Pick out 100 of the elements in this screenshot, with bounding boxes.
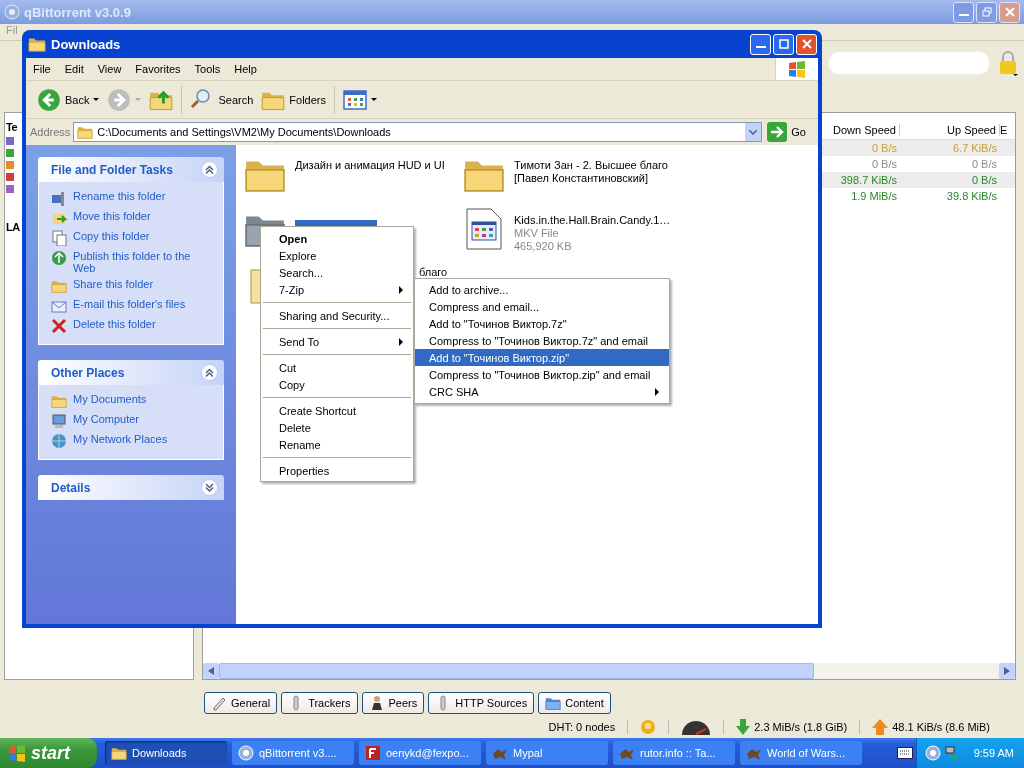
column-header[interactable]: E [1000, 124, 1012, 136]
task-link[interactable]: My Network Places [73, 433, 168, 445]
taskbar-button[interactable]: qBittorrent v3.... [232, 741, 354, 765]
menu-item[interactable]: Compress and email... [415, 298, 669, 315]
folders-button[interactable]: Folders [258, 85, 329, 114]
table-cell-text: 0 B/s [970, 174, 998, 186]
taskbar-button[interactable]: Mypal [486, 741, 608, 765]
window-title: qBittorrent v3.0.9 [24, 4, 131, 20]
task-link[interactable]: My Computer [73, 413, 140, 425]
panel-header[interactable]: Details [38, 475, 224, 500]
taskbar-button[interactable]: rutor.info :: Ta... [613, 741, 735, 765]
go-button[interactable]: Go [765, 121, 814, 143]
menu-item[interactable]: Delete [261, 419, 413, 436]
expand-icon[interactable] [201, 479, 218, 496]
menu-item[interactable]: Cut [261, 359, 413, 376]
table-cell-text: 398.7 KiB/s [839, 174, 898, 186]
menu-item[interactable]: Search... [261, 264, 413, 281]
pencil-icon [211, 695, 227, 711]
taskbar-button[interactable]: World of Wars... [740, 741, 862, 765]
chevron-down-icon [205, 483, 214, 492]
left-arrow-icon [208, 667, 214, 675]
start-button[interactable]: start [0, 738, 97, 768]
menu-item[interactable]: CRC SHA [415, 383, 669, 400]
menu-item[interactable]: Add to "Точинов Виктор.7z" [415, 315, 669, 332]
scroll-right-button[interactable] [999, 663, 1015, 679]
task-link[interactable]: Share this folder [73, 278, 154, 290]
share-folder-icon [51, 278, 67, 294]
task-link[interactable]: Move this folder [73, 210, 151, 222]
task-link[interactable]: Delete this folder [73, 318, 156, 330]
file-type: MKV File [514, 227, 560, 240]
panel-header[interactable]: Other Places [38, 360, 224, 385]
caret-icon [371, 98, 377, 101]
menu-item[interactable]: Properties [261, 462, 413, 479]
menu-item[interactable]: Rename [261, 436, 413, 453]
download-speed: 2.3 MiB/s (1.8 GiB) [754, 721, 848, 733]
table-cell-text: 0 B/s [870, 142, 898, 154]
file-name[interactable]: Тимоти Зан - 2. Высшее благо [Павел Константиновский] [514, 159, 674, 185]
menu-item[interactable]: Explore [261, 247, 413, 264]
close-icon [801, 39, 812, 49]
file-name[interactable]: Kids.in.the.Hall.Brain.Candy.1… [514, 214, 674, 227]
back-button[interactable]: Back [34, 85, 103, 114]
task-link[interactable]: Rename this folder [73, 190, 166, 202]
task-link[interactable]: Copy this folder [73, 230, 150, 242]
documents-folder-icon [51, 393, 67, 409]
scroll-left-button[interactable] [203, 663, 219, 679]
menu-item[interactable]: View [90, 63, 129, 75]
menu-item[interactable]: Edit [57, 63, 91, 75]
network-globe-icon [51, 433, 67, 449]
menu-item[interactable]: Favorites [128, 63, 188, 75]
search-button[interactable]: Search [187, 85, 257, 114]
collapse-icon[interactable] [201, 161, 218, 178]
menu-item[interactable]: Copy [261, 376, 413, 393]
menu-item[interactable]: Add to archive... [415, 281, 669, 298]
menu-item[interactable]: Tools [187, 63, 228, 75]
file-name[interactable]: благо [419, 266, 463, 279]
menu-item[interactable]: File [26, 63, 58, 75]
tab-button[interactable]: Content [538, 692, 611, 714]
tab-button[interactable]: General [204, 692, 278, 714]
restore-icon [981, 7, 992, 17]
scrollbar-thumb[interactable] [219, 663, 814, 679]
copy-icon [51, 230, 67, 246]
qb-logo-icon [4, 4, 20, 20]
search-field[interactable] [828, 50, 990, 75]
taskbar-button[interactable]: oenykd@fexpo... [359, 741, 481, 765]
address-field[interactable]: C:\Documents and Settings\VM2\My Documents\Downloads [73, 122, 763, 142]
menu-item[interactable]: Open [261, 230, 413, 247]
letter-app-icon [365, 745, 381, 761]
tab-button[interactable]: HTTP Sources [428, 692, 535, 714]
table-cell-text: 0 B/s [970, 158, 998, 170]
taskbar-button[interactable]: Downloads [105, 741, 227, 765]
minimize-icon [755, 46, 766, 48]
folder-icon [111, 745, 127, 761]
panel-title: Other Places [51, 365, 125, 380]
bulb-icon [640, 719, 657, 735]
file-name[interactable]: Дизайн и анимация HUD и UI [295, 159, 455, 172]
menu-item[interactable]: Add to "Точинов Виктор.zip" [415, 349, 669, 366]
collapse-icon[interactable] [201, 364, 218, 381]
panel-header[interactable]: File and Folder Tasks [38, 157, 224, 182]
menu-item[interactable]: 7-Zip [261, 281, 413, 298]
chevron-up-icon [205, 368, 214, 377]
minimize-icon [958, 14, 969, 16]
menu-item[interactable]: Sharing and Security... [261, 307, 413, 324]
tab-button[interactable]: Trackers [281, 692, 358, 714]
address-label: Address [30, 126, 71, 138]
panel-title: Details [51, 480, 91, 495]
menu-item[interactable]: Compress to "Точинов Виктор.zip" and email [415, 366, 669, 383]
maximize-button[interactable] [773, 33, 794, 55]
sidebar-label: Te [6, 121, 18, 133]
column-header[interactable]: Up Speed [900, 124, 1000, 136]
menu-item[interactable]: Compress to "Точинов Виктор.7z" and email [415, 332, 669, 349]
task-link[interactable]: E-mail this folder's files [73, 298, 186, 310]
task-link[interactable]: My Documents [73, 393, 147, 405]
menu-item[interactable]: Send To [261, 333, 413, 350]
menu-item[interactable]: Help [227, 63, 264, 75]
menu-item[interactable]: Create Shortcut [261, 402, 413, 419]
tab-button[interactable]: Peers [361, 692, 425, 714]
table-cell-text: 1.9 MiB/s [850, 190, 898, 202]
task-link[interactable]: Publish this folder to the Web [73, 250, 215, 274]
download-arrow-icon [736, 719, 751, 735]
globe-icon [51, 250, 67, 266]
